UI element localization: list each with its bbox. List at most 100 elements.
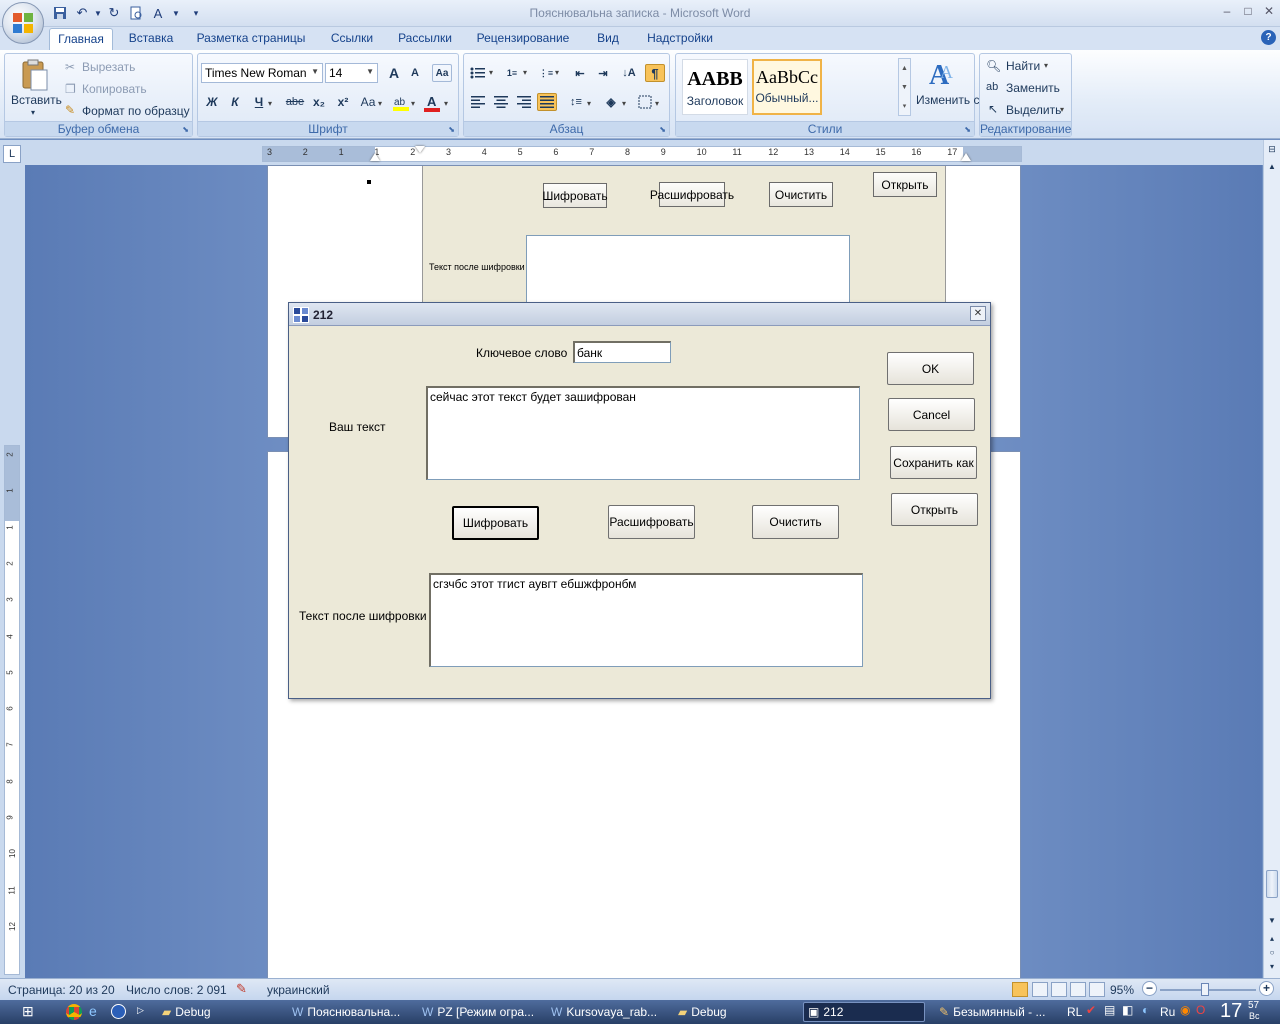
tab-selector-icon[interactable]: L xyxy=(3,145,21,163)
numbering-dropdown-icon[interactable]: ▾ xyxy=(523,68,527,77)
zoom-in-icon[interactable]: + xyxy=(1259,981,1274,996)
proofing-icon[interactable]: ✎ xyxy=(236,981,247,997)
align-center-icon[interactable] xyxy=(491,93,511,111)
justify-icon[interactable] xyxy=(537,93,557,111)
change-styles-button[interactable]: Изменить стили xyxy=(916,94,1005,107)
style-heading[interactable]: AABB Заголовок xyxy=(682,59,748,115)
highlight-dropdown-icon[interactable]: ▾ xyxy=(411,99,415,108)
multilevel-dropdown-icon[interactable]: ▾ xyxy=(555,68,559,77)
highlight-icon[interactable]: ab xyxy=(392,94,410,112)
underline-button[interactable]: Ч xyxy=(249,93,269,111)
first-line-indent-marker[interactable] xyxy=(415,146,425,153)
font-size-combo[interactable]: 14 ▼ xyxy=(325,63,378,83)
italic-button[interactable]: К xyxy=(225,93,245,111)
tray-lang[interactable]: RL xyxy=(1067,1005,1082,1019)
zoom-level[interactable]: 95% xyxy=(1110,983,1134,997)
clock-hours[interactable]: 17 xyxy=(1220,1000,1242,1023)
ok-button[interactable]: OK xyxy=(887,352,974,385)
customize-qat-icon[interactable]: ▾ xyxy=(188,5,204,21)
tray-keyboard-layout[interactable]: Ru xyxy=(1160,1005,1175,1019)
chrome-icon[interactable] xyxy=(66,1004,82,1020)
taskbar-item-debug-1[interactable]: ▰ Debug xyxy=(158,1002,280,1022)
numbering-icon[interactable]: 1≡ xyxy=(502,64,522,82)
paste-dropdown-icon[interactable]: ▾ xyxy=(31,108,35,117)
tab-view[interactable]: Вид xyxy=(590,31,626,50)
help-icon[interactable]: ? xyxy=(1261,30,1276,45)
style-normal[interactable]: AaBbCc Обычный... xyxy=(752,59,822,115)
align-left-icon[interactable] xyxy=(468,93,488,111)
paste-button[interactable]: Вставить xyxy=(11,93,62,107)
superscript-button[interactable]: x² xyxy=(333,93,353,111)
your-text-input[interactable]: сейчас этот текст будет зашифрован xyxy=(426,386,860,480)
scroll-down-icon[interactable]: ▼ xyxy=(1265,916,1279,930)
copy-button[interactable]: Копировать xyxy=(82,82,147,96)
change-case-dropdown-icon[interactable]: ▾ xyxy=(378,99,382,108)
bullets-icon[interactable] xyxy=(468,64,488,82)
tab-insert[interactable]: Вставка xyxy=(122,31,180,50)
spelling-dropdown-icon[interactable]: ▼ xyxy=(168,5,184,21)
tray-skype-icon[interactable]: ◐ xyxy=(1142,1003,1149,1017)
bullets-dropdown-icon[interactable]: ▾ xyxy=(489,68,493,77)
clipboard-launcher-icon[interactable]: ⬊ xyxy=(182,125,189,134)
select-button[interactable]: Выделить xyxy=(1006,103,1061,117)
full-screen-reading-icon[interactable] xyxy=(1032,982,1048,997)
borders-dropdown-icon[interactable]: ▾ xyxy=(655,99,659,108)
web-layout-icon[interactable] xyxy=(1051,982,1067,997)
multilevel-list-icon[interactable]: ⋮≡ xyxy=(536,64,556,82)
previous-page-icon[interactable]: ▴ xyxy=(1265,934,1279,946)
scroll-up-icon[interactable]: ▲ xyxy=(1265,162,1279,176)
encrypted-output[interactable]: сгзчбс этот тгист аувгт ебшжфронбм xyxy=(429,573,863,667)
find-button[interactable]: Найти xyxy=(1006,59,1040,73)
quicklaunch-more-icon[interactable]: ▷ xyxy=(137,1005,144,1016)
left-indent-marker[interactable] xyxy=(370,153,380,161)
right-indent-marker[interactable] xyxy=(961,153,971,161)
line-spacing-dropdown-icon[interactable]: ▾ xyxy=(587,99,591,108)
line-spacing-icon[interactable]: ↕≡ xyxy=(566,93,586,111)
scroll-thumb[interactable] xyxy=(1266,870,1278,898)
language-indicator[interactable]: украинский xyxy=(267,983,330,997)
increase-indent-icon[interactable]: ⇥ xyxy=(593,64,613,82)
font-launcher-icon[interactable]: ⬊ xyxy=(448,125,455,134)
format-painter-button[interactable]: Формат по образцу xyxy=(82,104,190,118)
print-preview-icon[interactable] xyxy=(128,5,144,21)
outline-view-icon[interactable] xyxy=(1070,982,1086,997)
subscript-button[interactable]: x₂ xyxy=(309,93,329,111)
tab-page-layout[interactable]: Разметка страницы xyxy=(192,31,310,50)
underline-dropdown-icon[interactable]: ▾ xyxy=(268,99,272,108)
draft-view-icon[interactable] xyxy=(1089,982,1105,997)
clear-button[interactable]: Очистить xyxy=(752,505,839,539)
change-styles-icon[interactable]: AA xyxy=(926,58,960,90)
taskbar-item-debug-2[interactable]: ▰ Debug xyxy=(674,1002,796,1022)
show-formatting-marks-icon[interactable]: ¶ xyxy=(645,64,665,82)
clear-formatting-icon[interactable]: Aa xyxy=(432,64,452,82)
maximize-icon[interactable]: □ xyxy=(1238,4,1258,20)
paste-icon[interactable] xyxy=(17,58,51,92)
tray-volume-icon[interactable]: ◧ xyxy=(1122,1003,1133,1017)
start-icon[interactable]: ⊞ xyxy=(22,1003,42,1021)
save-icon[interactable] xyxy=(52,5,68,21)
tab-home[interactable]: Главная xyxy=(49,28,113,50)
font-size-dropdown-icon[interactable]: ▼ xyxy=(366,67,374,76)
print-layout-view-icon[interactable] xyxy=(1012,982,1028,997)
redo-icon[interactable]: ↻ xyxy=(106,5,122,21)
decrease-indent-icon[interactable]: ⇤ xyxy=(570,64,590,82)
strikethrough-button[interactable]: abe xyxy=(285,93,305,111)
replace-button[interactable]: Заменить xyxy=(1006,81,1060,95)
undo-dropdown-icon[interactable]: ▼ xyxy=(90,5,106,21)
cancel-button[interactable]: Cancel xyxy=(888,398,975,431)
ie-icon[interactable]: e xyxy=(89,1003,97,1019)
select-dropdown-icon[interactable]: ▾ xyxy=(1060,105,1064,114)
taskbar-item-kursovaya[interactable]: W Kursovaya_rab... xyxy=(547,1002,669,1022)
styles-launcher-icon[interactable]: ⬊ xyxy=(964,125,971,134)
tab-addins[interactable]: Надстройки xyxy=(640,31,720,50)
tab-mailings[interactable]: Рассылки xyxy=(392,31,458,50)
select-browse-object-icon[interactable]: ○ xyxy=(1265,948,1279,960)
sort-icon[interactable]: ↓A xyxy=(619,64,639,82)
font-color-icon[interactable]: A xyxy=(423,94,441,112)
shading-dropdown-icon[interactable]: ▾ xyxy=(622,99,626,108)
find-dropdown-icon[interactable]: ▾ xyxy=(1044,61,1048,70)
page-counter[interactable]: Страница: 20 из 20 xyxy=(8,983,115,997)
clock-day[interactable]: Вс xyxy=(1249,1011,1260,1021)
view-ruler-icon[interactable]: ⊟ xyxy=(1265,144,1279,158)
shrink-font-button[interactable]: A xyxy=(405,64,425,82)
